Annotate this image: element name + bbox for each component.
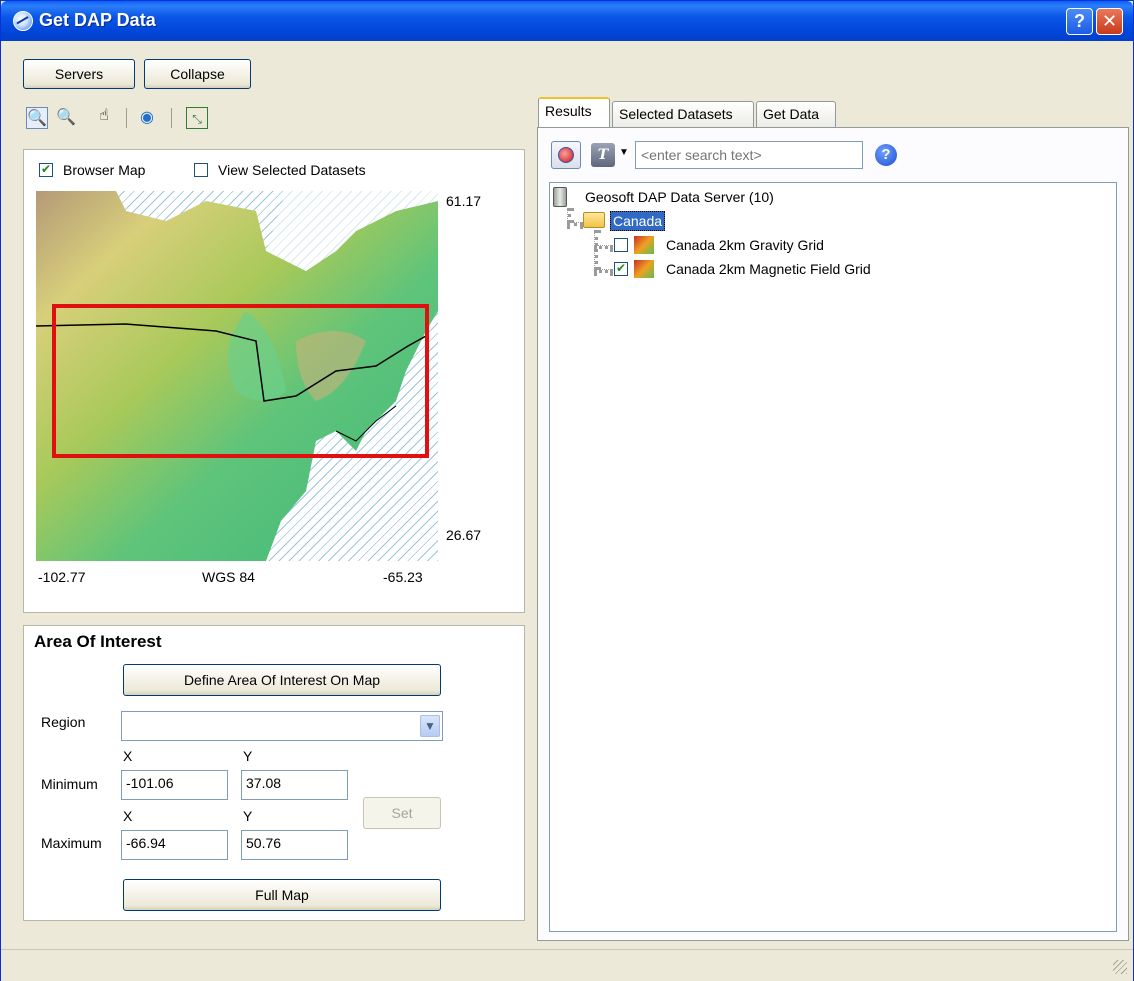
tab-selected-datasets[interactable]: Selected Datasets [612, 101, 754, 127]
globe-icon[interactable]: ◉ [136, 107, 158, 129]
map-toolbar: 🔍 🔍 ☝ ◉ ⤡ [23, 101, 523, 135]
close-button[interactable]: ✕ [1096, 8, 1123, 35]
search-type-dropdown-icon[interactable]: ▼ [619, 147, 629, 158]
min-x-header: X [123, 748, 133, 764]
search-row: T ▼ ? [551, 139, 1111, 171]
toolbar-separator [126, 108, 127, 128]
full-map-button[interactable]: Full Map [123, 879, 441, 911]
tree-connector [594, 230, 598, 270]
min-y-header: Y [243, 748, 253, 764]
tree-connector [567, 222, 583, 226]
tree-connector [594, 269, 613, 273]
tree-folder-canada[interactable]: Canada [610, 211, 666, 231]
grid-dataset-icon [634, 236, 654, 254]
search-input[interactable] [635, 141, 863, 169]
chevron-down-icon[interactable]: ▼ [420, 715, 440, 737]
get-dap-data-window: Get DAP Data ? ✕ Servers Collapse 🔍 🔍 ☝ … [0, 0, 1134, 981]
help-button[interactable]: ? [1066, 8, 1093, 35]
pan-hand-icon[interactable]: ☝ [93, 105, 115, 127]
servers-button[interactable]: Servers [23, 59, 135, 89]
browser-map-label: Browser Map [63, 162, 146, 178]
status-bar [1, 949, 1133, 981]
server-icon [553, 187, 567, 207]
collapse-button[interactable]: Collapse [144, 59, 251, 89]
max-y-header: Y [243, 808, 253, 824]
help-icon[interactable]: ? [875, 144, 897, 166]
zoom-box-icon[interactable]: 🔍 [26, 107, 48, 129]
browser-map[interactable] [36, 191, 438, 561]
minimum-label: Minimum [41, 776, 98, 792]
min-x-field[interactable]: -101.06 [121, 770, 228, 800]
map-lat-min: 26.67 [446, 527, 482, 543]
region-select[interactable]: ▼ [121, 711, 443, 741]
min-y-field[interactable]: 37.08 [241, 770, 348, 800]
folder-open-icon [583, 212, 605, 228]
tree-server-node[interactable]: Geosoft DAP Data Server (10) [585, 189, 774, 205]
search-source-button[interactable] [551, 141, 581, 169]
zoom-out-icon[interactable]: 🔍 [55, 107, 77, 129]
aoi-heading: Area Of Interest [34, 632, 162, 651]
tree-item-gravity-grid[interactable]: Canada 2km Gravity Grid [666, 237, 824, 253]
map-projection: WGS 84 [202, 569, 255, 585]
browser-map-checkbox[interactable]: ✔ [39, 163, 53, 177]
tab-results[interactable]: Results [538, 97, 610, 128]
app-globe-icon [13, 11, 33, 31]
view-selected-datasets-label: View Selected Datasets [218, 162, 366, 178]
window-title: Get DAP Data [39, 10, 156, 30]
set-button[interactable]: Set [363, 797, 441, 829]
gravity-grid-checkbox[interactable] [614, 238, 628, 252]
tree-connector [594, 245, 613, 249]
tab-get-data[interactable]: Get Data [756, 101, 836, 127]
zoom-extent-icon[interactable]: ⤡ [186, 107, 208, 129]
tree-item-magnetic-grid[interactable]: Canada 2km Magnetic Field Grid [666, 261, 871, 277]
max-y-field[interactable]: 50.76 [241, 830, 348, 860]
grid-dataset-icon [634, 260, 654, 278]
define-aoi-button[interactable]: Define Area Of Interest On Map [123, 664, 441, 696]
region-label: Region [41, 714, 86, 730]
max-x-header: X [123, 808, 133, 824]
map-lon-max: -65.23 [383, 569, 423, 585]
title-bar[interactable]: Get DAP Data ? ✕ [1, 1, 1133, 41]
maximum-label: Maximum [41, 835, 102, 851]
view-selected-datasets-checkbox[interactable] [194, 163, 208, 177]
tree-connector [567, 208, 571, 223]
max-x-field[interactable]: -66.94 [121, 830, 228, 860]
dap-server-icon [558, 147, 574, 163]
text-search-icon[interactable]: T [591, 143, 615, 167]
map-lon-min: -102.77 [38, 569, 86, 585]
magnetic-grid-checkbox[interactable]: ✔ [614, 262, 628, 276]
map-lat-max: 61.17 [446, 193, 482, 209]
toolbar-separator [171, 108, 172, 128]
resize-grip-icon[interactable] [1113, 960, 1127, 974]
results-tree [549, 182, 1117, 932]
map-graphic [36, 191, 438, 561]
